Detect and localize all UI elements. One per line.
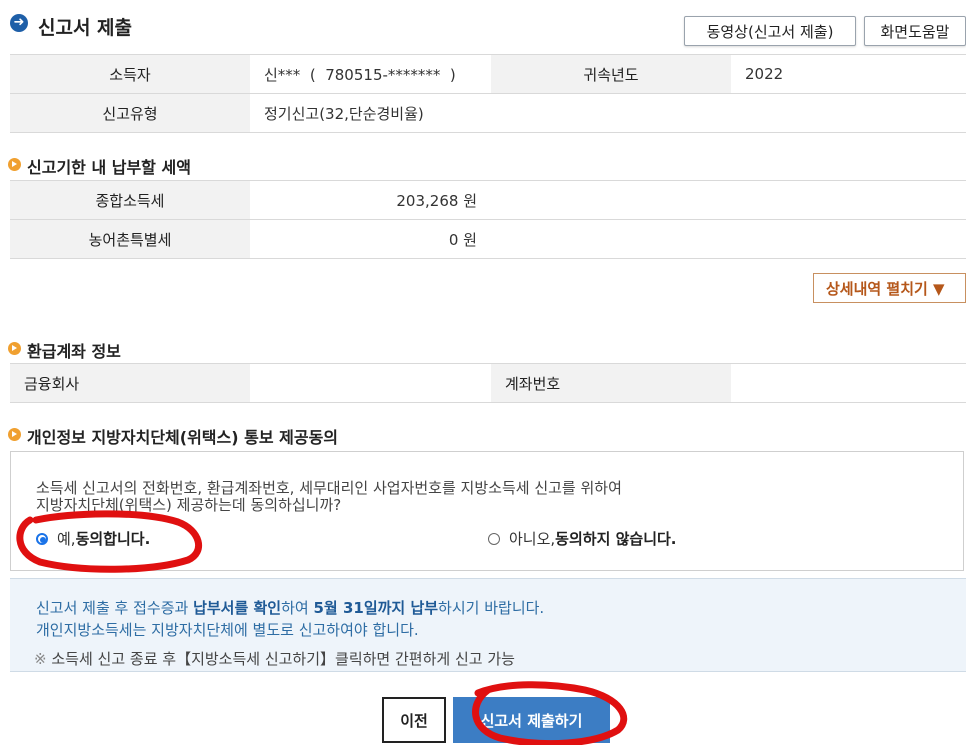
consent-yes-radio[interactable] bbox=[36, 532, 48, 545]
notice-line-1: 신고서 제출 후 접수증과 납부서를 확인하여 5월 31일까지 납부하시기 바… bbox=[36, 599, 545, 617]
bullet-arrow-icon bbox=[8, 158, 21, 171]
bank-label: 금융회사 bbox=[10, 363, 250, 403]
filing-type-value: 정기신고(32,단순경비율) bbox=[250, 93, 966, 133]
arrow-right-icon: ➜ bbox=[10, 14, 28, 32]
taxpayer-value: 신*** ( 780515-******* ) bbox=[250, 54, 491, 94]
note-mark: ※ bbox=[34, 650, 47, 668]
taxpayer-label: 소득자 bbox=[10, 54, 250, 94]
rural-special-tax-value: 0 원 bbox=[250, 219, 491, 259]
screen-help-button[interactable]: 화면도움말 bbox=[864, 16, 966, 46]
rural-special-tax-label: 농어촌특별세 bbox=[10, 219, 250, 259]
consent-section-title: 개인정보 지방자치단체(위택스) 통보 제공동의 bbox=[8, 424, 338, 448]
previous-button[interactable]: 이전 bbox=[382, 697, 446, 743]
consent-question: 소득세 신고서의 전화번호, 환급계좌번호, 세무대리인 사업자번호를 지방소득… bbox=[36, 479, 622, 514]
notice-note: ※ 소득세 신고 종료 후【지방소득세 신고하기】클릭하면 간편하게 신고 가능 bbox=[34, 650, 515, 668]
income-tax-value: 203,268 원 bbox=[250, 180, 491, 220]
filing-type-label: 신고유형 bbox=[10, 93, 250, 133]
tax-due-table: 종합소득세 203,268 원 농어촌특별세 0 원 bbox=[10, 180, 966, 259]
consent-no-radio[interactable] bbox=[488, 532, 500, 545]
filing-info-table: 소득자 신*** ( 780515-******* ) 귀속년도 2022 신고… bbox=[10, 54, 966, 133]
income-tax-label: 종합소득세 bbox=[10, 180, 250, 220]
bullet-arrow-icon bbox=[8, 428, 21, 441]
account-number-label: 계좌번호 bbox=[491, 363, 731, 403]
bullet-arrow-icon bbox=[8, 342, 21, 355]
refund-account-table: 금융회사 계좌번호 bbox=[10, 363, 966, 403]
notice-line-2: 개인지방소득세는 지방자치단체에 별도로 신고하여야 합니다. bbox=[36, 621, 419, 639]
page-title: 신고서 제출 bbox=[38, 17, 133, 39]
submit-filing-button[interactable]: 신고서 제출하기 bbox=[453, 697, 610, 743]
consent-no-label: 동의하지 않습니다. bbox=[555, 530, 677, 548]
consent-yes-option[interactable]: 예, 동의합니다. bbox=[36, 528, 150, 549]
year-label: 귀속년도 bbox=[491, 54, 731, 94]
account-number-value bbox=[731, 363, 966, 403]
consent-no-option[interactable]: 아니오, 동의하지 않습니다. bbox=[488, 528, 677, 549]
consent-yes-label: 동의합니다. bbox=[75, 530, 151, 548]
video-guide-button[interactable]: 동영상(신고서 제출) bbox=[684, 16, 856, 46]
expand-details-button[interactable]: 상세내역 펼치기 ▼ bbox=[813, 273, 966, 303]
tax-due-section-title: 신고기한 내 납부할 세액 bbox=[8, 154, 191, 178]
year-value: 2022 bbox=[731, 54, 966, 94]
refund-account-section-title: 환급계좌 정보 bbox=[8, 338, 121, 362]
bank-value bbox=[250, 363, 491, 403]
